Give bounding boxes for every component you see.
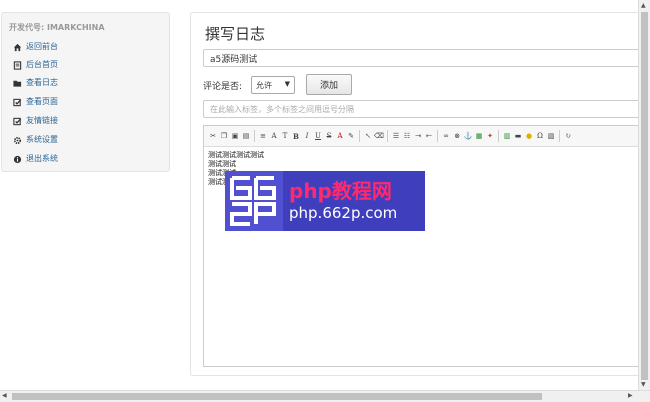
anchor-icon[interactable]: ⚓	[463, 130, 473, 142]
horizontal-scroll-thumb[interactable]	[12, 393, 542, 400]
comment-select[interactable]: 允许 ▼	[251, 76, 295, 94]
font-color-icon[interactable]: A	[335, 130, 345, 142]
comment-label: 评论是否:	[203, 82, 243, 92]
watermark-logo	[225, 171, 283, 231]
emoticon-icon[interactable]: ●	[524, 130, 534, 142]
editor-toolbar: ✂ ❐ ▣ ▤ ≡ A T B I U S A ✎ ↖ ⌫ ☰ ☷ ⇥ ⇤ ∞ …	[204, 126, 639, 147]
eraser-icon[interactable]: ⌫	[374, 130, 384, 142]
align-left-icon[interactable]: ☰	[391, 130, 401, 142]
table-icon[interactable]: ▥	[502, 130, 512, 142]
paste-icon[interactable]: ▣	[230, 130, 240, 142]
toolbar-divider	[254, 130, 255, 142]
list-icon[interactable]: ☷	[402, 130, 412, 142]
paste-text-icon[interactable]: ▤	[241, 130, 251, 142]
sidebar-item-label: 后台首页	[26, 60, 58, 69]
italic-icon[interactable]: I	[302, 130, 312, 142]
source-code-icon[interactable]: ↻	[563, 130, 573, 142]
toolbar-divider	[498, 130, 499, 142]
info-icon	[13, 155, 22, 164]
toolbar-divider	[559, 130, 560, 142]
book-icon	[13, 60, 22, 70]
sidebar-item-label: 返回前台	[26, 42, 58, 51]
vertical-scroll-thumb[interactable]	[641, 12, 648, 380]
scroll-up-icon[interactable]: ▲	[641, 2, 646, 9]
editor-line: 测试测试	[208, 160, 236, 168]
outdent-icon[interactable]: ⇤	[424, 130, 434, 142]
horizontal-scrollbar[interactable]: ◀ ▶	[0, 390, 650, 402]
bold-icon[interactable]: B	[291, 130, 301, 142]
sidebar-item-settings[interactable]: 系统设置	[13, 132, 58, 148]
link-icon[interactable]: ∞	[441, 130, 451, 142]
toolbar-divider	[437, 130, 438, 142]
tags-input[interactable]	[203, 100, 639, 118]
rich-text-editor[interactable]: ✂ ❐ ▣ ▤ ≡ A T B I U S A ✎ ↖ ⌫ ☰ ☷ ⇥ ⇤ ∞ …	[203, 125, 639, 367]
sidebar-item-label: 友情链接	[26, 116, 58, 125]
cursor-icon[interactable]: ↖	[363, 130, 373, 142]
sidebar-header: 开发代号: IMARKCHINA	[9, 23, 105, 32]
sidebar-item-label: 退出系统	[26, 154, 58, 163]
watermark-url: php.662p.com	[289, 204, 398, 222]
home-icon	[13, 43, 22, 52]
page-break-icon[interactable]: ▧	[546, 130, 556, 142]
flash-icon[interactable]: ✦	[485, 130, 495, 142]
horizontal-rule-icon[interactable]: ▬	[513, 130, 523, 142]
comment-select-value: 允许	[256, 80, 272, 90]
add-button[interactable]: 添加	[306, 74, 352, 95]
cut-icon[interactable]: ✂	[208, 130, 218, 142]
sidebar-item-label: 查看日志	[26, 78, 58, 87]
watermark-title: php教程网	[289, 179, 392, 203]
sidebar-item-home[interactable]: 返回前台	[13, 39, 58, 55]
underline-icon[interactable]: U	[313, 130, 323, 142]
sidebar-item-logs[interactable]: 查看日志	[13, 75, 58, 91]
sidebar-item-dashboard[interactable]: 后台首页	[13, 57, 58, 73]
highlight-icon[interactable]: ✎	[346, 130, 356, 142]
scroll-right-icon[interactable]: ▶	[628, 392, 633, 399]
sidebar-item-label: 查看页面	[26, 97, 58, 106]
indent-icon[interactable]: ⇥	[413, 130, 423, 142]
toolbar-divider	[359, 130, 360, 142]
sidebar-item-label: 系统设置	[26, 135, 58, 144]
font-size-icon[interactable]: T	[280, 130, 290, 142]
scroll-left-icon[interactable]: ◀	[2, 392, 7, 399]
watermark-logo-graphic	[230, 176, 276, 226]
vertical-scrollbar[interactable]: ▲ ▼	[638, 0, 650, 390]
scroll-down-icon[interactable]: ▼	[641, 381, 646, 388]
edit-check-icon	[13, 117, 22, 126]
strikethrough-icon[interactable]: S	[324, 130, 334, 142]
toolbar-divider	[387, 130, 388, 142]
watermark-text: php教程网 php.662p.com	[283, 171, 397, 231]
unlink-icon[interactable]: ⊗	[452, 130, 462, 142]
font-icon[interactable]: A	[269, 130, 279, 142]
caret-down-icon: ▼	[284, 80, 290, 88]
sidebar-item-pages[interactable]: 查看页面	[13, 94, 58, 110]
gear-icon	[13, 136, 22, 145]
folder-open-icon	[13, 79, 22, 88]
watermark-banner: php教程网 php.662p.com	[225, 171, 425, 231]
edit-check-icon	[13, 98, 22, 107]
editor-line: 测试测试测试测试	[208, 151, 264, 159]
sidebar-item-links[interactable]: 友情链接	[13, 113, 58, 129]
format-icon[interactable]: ≡	[258, 130, 268, 142]
special-char-icon[interactable]: Ω	[535, 130, 545, 142]
page-title: 撰写日志	[205, 25, 266, 43]
copy-icon[interactable]: ❐	[219, 130, 229, 142]
sidebar-item-logout[interactable]: 退出系统	[13, 151, 58, 167]
sidebar: 开发代号: IMARKCHINA 返回前台 后台首页 查看日志 查看页面 友情链…	[1, 12, 170, 172]
image-icon[interactable]: ▦	[474, 130, 484, 142]
post-title-input[interactable]	[203, 49, 639, 67]
